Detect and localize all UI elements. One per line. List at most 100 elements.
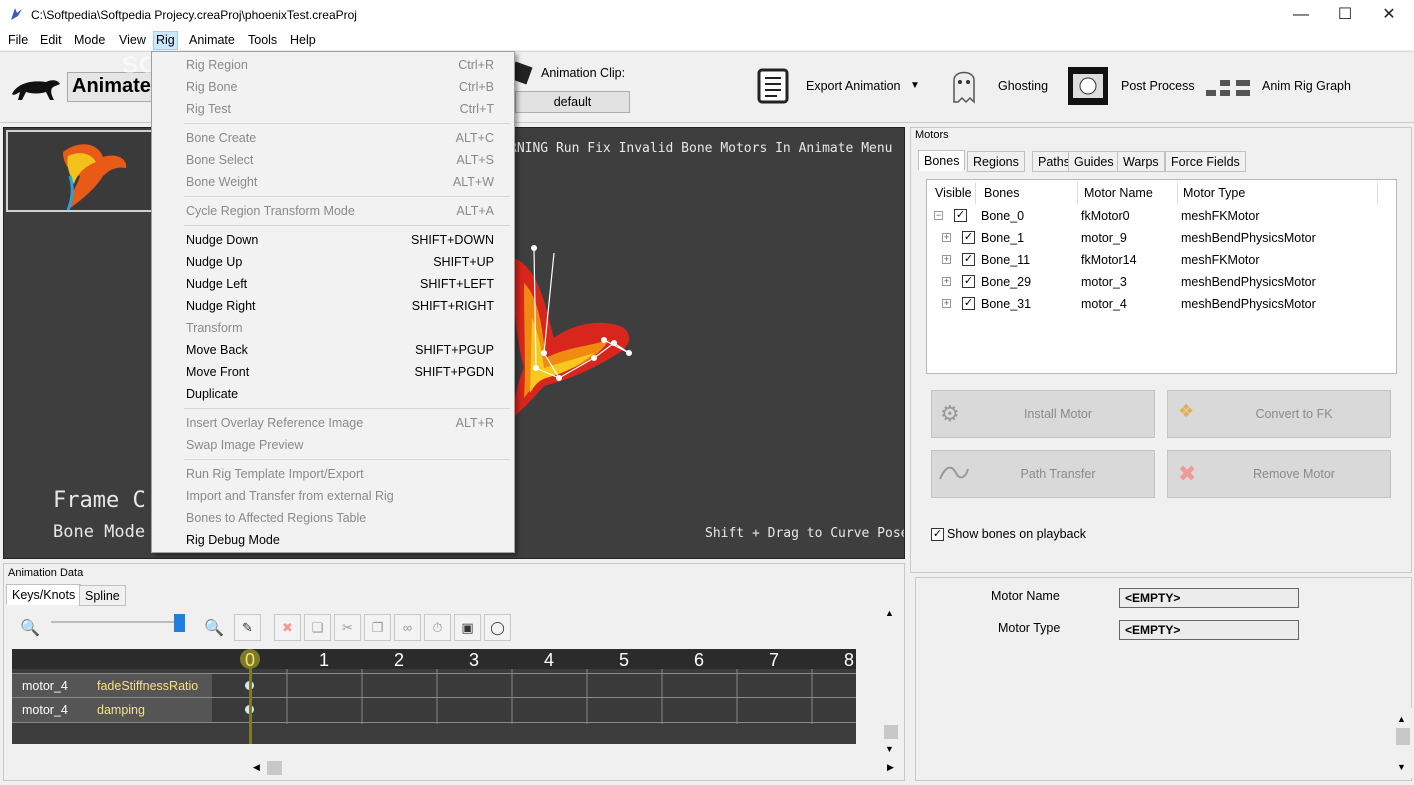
- menu-item-insert-overlay-reference-image[interactable]: Insert Overlay Reference Image ALT+R: [152, 412, 514, 434]
- table-row[interactable]: + ✓ Bone_11 fkMotor14 meshFKMotor: [927, 249, 1396, 271]
- scroll-down-icon[interactable]: ▼: [885, 744, 894, 754]
- expand-icon[interactable]: +: [942, 233, 951, 242]
- menu-mode[interactable]: Mode: [74, 33, 105, 47]
- visible-checkbox[interactable]: ✓: [954, 209, 967, 222]
- close-button[interactable]: ✕: [1366, 0, 1412, 30]
- expand-icon[interactable]: +: [942, 299, 951, 308]
- bones-tree[interactable]: Visible Bones Motor Name Motor Type − ✓ …: [926, 179, 1397, 374]
- minimize-button[interactable]: —: [1278, 0, 1324, 30]
- menu-item-rig-bone[interactable]: Rig Bone Ctrl+B: [152, 76, 514, 98]
- export-animation-button[interactable]: Export Animation: [806, 79, 901, 93]
- visible-checkbox[interactable]: ✓: [962, 275, 975, 288]
- scroll-thumb[interactable]: [884, 725, 898, 739]
- scroll-up-icon[interactable]: ▲: [1397, 714, 1406, 724]
- zoom-slider-thumb[interactable]: [174, 614, 185, 632]
- install-motor-button[interactable]: ⚙ Install Motor: [931, 390, 1155, 438]
- brush-tool-icon[interactable]: ✎: [234, 614, 261, 641]
- menu-item-rig-test[interactable]: Rig Test Ctrl+T: [152, 98, 514, 120]
- cut-icon[interactable]: ✂: [334, 614, 361, 641]
- horizontal-scrollbar[interactable]: ◀ ▶: [249, 759, 899, 777]
- col-visible[interactable]: Visible: [935, 186, 972, 200]
- menu-item-bone-weight[interactable]: Bone Weight ALT+W: [152, 171, 514, 193]
- visible-checkbox[interactable]: ✓: [962, 231, 975, 244]
- paste-icon[interactable]: ❐: [364, 614, 391, 641]
- menu-file[interactable]: File: [8, 33, 28, 47]
- motor-name-field[interactable]: <EMPTY>: [1119, 588, 1299, 608]
- remove-motor-button[interactable]: ✖ Remove Motor: [1167, 450, 1391, 498]
- show-bones-checkbox[interactable]: ✓: [931, 528, 944, 541]
- tab-regions[interactable]: Regions: [967, 151, 1025, 172]
- visible-checkbox[interactable]: ✓: [962, 297, 975, 310]
- menu-item-nudge-left[interactable]: Nudge Left SHIFT+LEFT: [152, 273, 514, 295]
- tab-spline[interactable]: Spline: [79, 585, 126, 606]
- path-transfer-button[interactable]: Path Transfer: [931, 450, 1155, 498]
- vertical-scrollbar[interactable]: ▲ ▼: [1394, 708, 1412, 778]
- menu-item-rig-region[interactable]: Rig Region Ctrl+R: [152, 54, 514, 76]
- menu-tools[interactable]: Tools: [248, 33, 277, 47]
- menu-rig[interactable]: Rig: [153, 31, 178, 50]
- anim-rig-graph-button[interactable]: Anim Rig Graph: [1262, 79, 1351, 93]
- maximize-button[interactable]: ☐: [1322, 0, 1368, 30]
- zoom-out-icon[interactable]: 🔍: [20, 618, 40, 638]
- expand-icon[interactable]: +: [942, 277, 951, 286]
- phoenix-thumbnail[interactable]: [6, 130, 154, 212]
- menu-help[interactable]: Help: [290, 33, 316, 47]
- col-motor-name[interactable]: Motor Name: [1084, 186, 1153, 200]
- menu-item-bone-create[interactable]: Bone Create ALT+C: [152, 127, 514, 149]
- link-icon[interactable]: ∞: [394, 614, 421, 641]
- menu-item-import-and-transfer-from-external-rig[interactable]: Import and Transfer from external Rig: [152, 485, 514, 507]
- scroll-right-icon[interactable]: ▶: [887, 762, 894, 773]
- menu-item-nudge-right[interactable]: Nudge Right SHIFT+RIGHT: [152, 295, 514, 317]
- tab-warps[interactable]: Warps: [1117, 151, 1165, 172]
- scroll-thumb[interactable]: [267, 761, 282, 775]
- vertical-scrollbar[interactable]: ▲ ▼: [882, 608, 900, 758]
- post-process-button[interactable]: Post Process: [1121, 79, 1195, 93]
- menu-item-bones-to-affected-regions-table[interactable]: Bones to Affected Regions Table: [152, 507, 514, 529]
- menu-item-swap-image-preview[interactable]: Swap Image Preview: [152, 434, 514, 456]
- menu-item-move-front[interactable]: Move Front SHIFT+PGDN: [152, 361, 514, 383]
- table-row[interactable]: + ✓ Bone_31 motor_4 meshBendPhysicsMotor: [927, 293, 1396, 315]
- tab-bones[interactable]: Bones: [918, 150, 966, 171]
- menu-item-transform[interactable]: Transform: [152, 317, 514, 339]
- visible-checkbox[interactable]: ✓: [962, 253, 975, 266]
- table-row[interactable]: + ✓ Bone_1 motor_9 meshBendPhysicsMotor: [927, 227, 1396, 249]
- timeline[interactable]: 0 1 2 3 4 5 6 7 8 motor_4 fadeStiffnessR…: [12, 649, 856, 744]
- collapse-icon[interactable]: −: [934, 211, 943, 220]
- col-motor-type[interactable]: Motor Type: [1183, 186, 1245, 200]
- tab-guides[interactable]: Guides: [1068, 151, 1120, 172]
- menu-edit[interactable]: Edit: [40, 33, 62, 47]
- menu-item-run-rig-template-import-export[interactable]: Run Rig Template Import/Export: [152, 463, 514, 485]
- scroll-up-icon[interactable]: ▲: [885, 608, 894, 618]
- fit-frame-icon[interactable]: ▣: [454, 614, 481, 641]
- scroll-thumb[interactable]: [1396, 728, 1410, 745]
- menu-item-bone-select[interactable]: Bone Select ALT+S: [152, 149, 514, 171]
- menu-item-nudge-down[interactable]: Nudge Down SHIFT+DOWN: [152, 229, 514, 251]
- table-row[interactable]: − ✓ Bone_0 fkMotor0 meshFKMotor: [927, 205, 1396, 227]
- menu-item-duplicate[interactable]: Duplicate: [152, 383, 514, 405]
- convert-to-fk-button[interactable]: ❖ Convert to FK: [1167, 390, 1391, 438]
- menu-item-nudge-up[interactable]: Nudge Up SHIFT+UP: [152, 251, 514, 273]
- menu-view[interactable]: View: [119, 33, 146, 47]
- export-dropdown-arrow-icon[interactable]: ▼: [910, 80, 920, 91]
- menu-item-move-back[interactable]: Move Back SHIFT+PGUP: [152, 339, 514, 361]
- col-bones[interactable]: Bones: [984, 186, 1019, 200]
- motor-type-field[interactable]: <EMPTY>: [1119, 620, 1299, 640]
- tab-keys-knots[interactable]: Keys/Knots: [6, 584, 82, 605]
- copy-icon[interactable]: ❏: [304, 614, 331, 641]
- scroll-left-icon[interactable]: ◀: [253, 762, 260, 773]
- scroll-down-icon[interactable]: ▼: [1397, 762, 1406, 772]
- zoom-slider-track[interactable]: [51, 621, 181, 623]
- menu-animate[interactable]: Animate: [189, 33, 235, 47]
- tab-force-fields[interactable]: Force Fields: [1165, 151, 1246, 172]
- expand-icon[interactable]: +: [942, 255, 951, 264]
- table-row[interactable]: + ✓ Bone_29 motor_3 meshBendPhysicsMotor: [927, 271, 1396, 293]
- menu-item-cycle-region-transform-mode[interactable]: Cycle Region Transform Mode ALT+A: [152, 200, 514, 222]
- ghosting-button[interactable]: Ghosting: [998, 79, 1048, 93]
- stopwatch-icon[interactable]: ⏱: [424, 614, 451, 641]
- zoom-in-icon[interactable]: 🔍: [204, 618, 224, 638]
- delete-key-icon[interactable]: ✖: [274, 614, 301, 641]
- menu-bar: File Edit Mode View Rig Animate Tools He…: [0, 30, 1414, 50]
- menu-item-rig-debug-mode[interactable]: Rig Debug Mode: [152, 529, 514, 551]
- clip-dropdown[interactable]: default: [515, 91, 630, 113]
- onion-skin-icon[interactable]: ◯: [484, 614, 511, 641]
